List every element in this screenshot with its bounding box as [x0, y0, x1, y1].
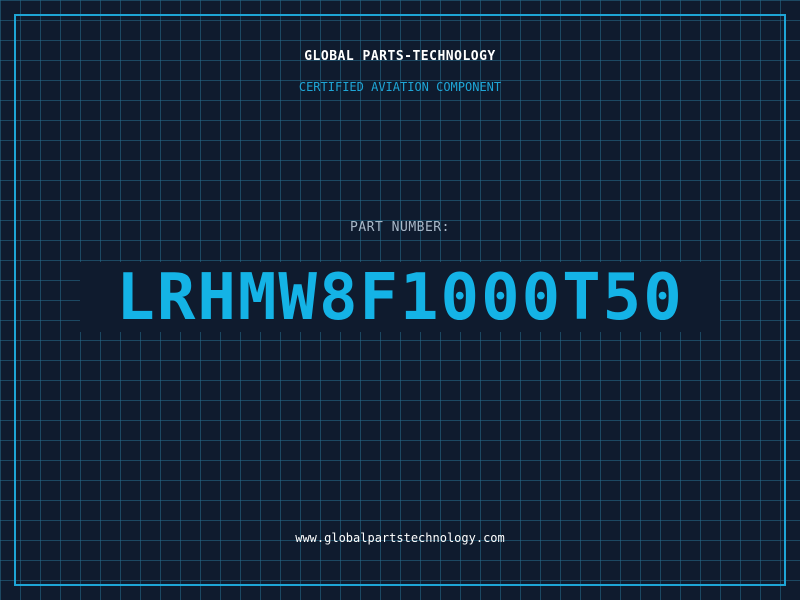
certificate-card: GLOBAL PARTS-TECHNOLOGY CERTIFIED AVIATI… — [0, 0, 800, 600]
part-number-label: PART NUMBER: — [350, 220, 450, 235]
part-number-value: LRHMW8F1000T50 — [116, 261, 684, 335]
company-name: GLOBAL PARTS-TECHNOLOGY — [304, 49, 496, 64]
website-url[interactable]: www.globalpartstechnology.com — [0, 531, 800, 545]
certification-subtitle: CERTIFIED AVIATION COMPONENT — [298, 80, 502, 94]
